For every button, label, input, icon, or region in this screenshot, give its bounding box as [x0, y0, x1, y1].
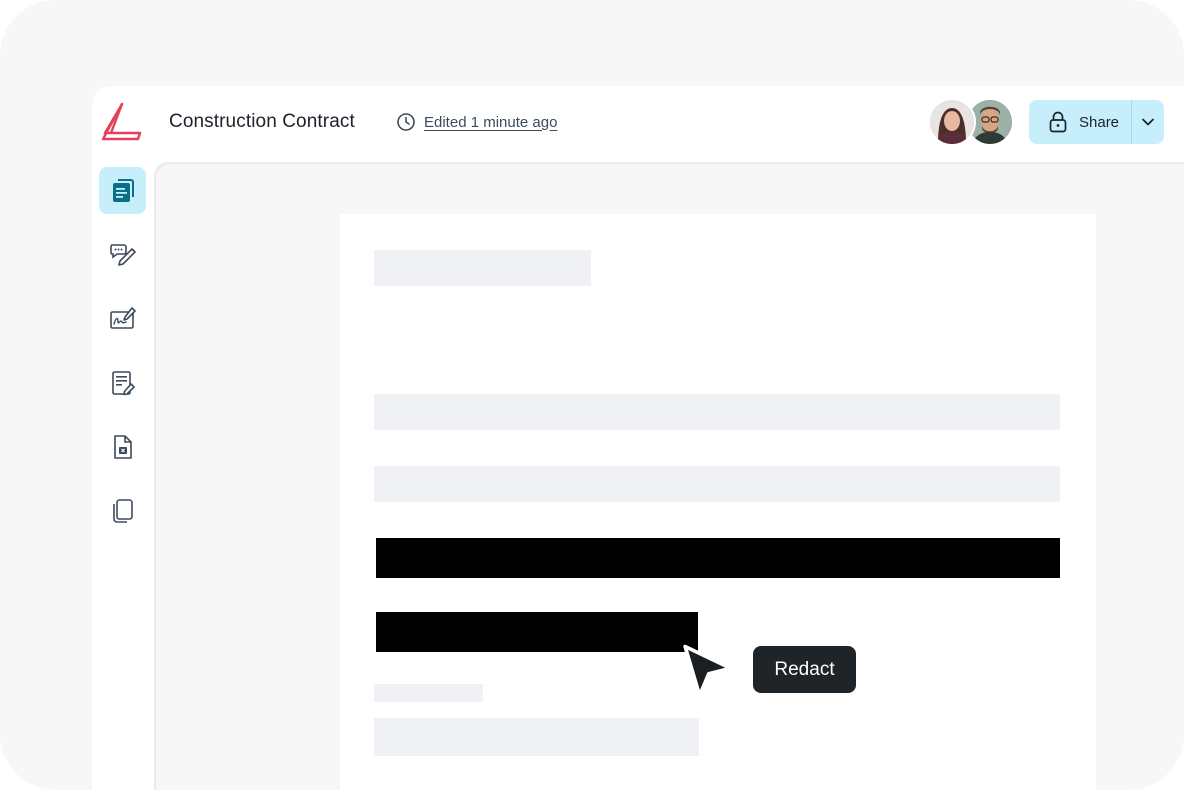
skeleton-text-line: [374, 718, 699, 756]
share-button[interactable]: Share: [1029, 100, 1164, 144]
skeleton-text-line: [374, 394, 1060, 430]
avatar-woman-icon: [930, 100, 974, 144]
left-sidebar: [92, 162, 154, 790]
file-x-icon: [113, 434, 132, 459]
app-window: Construction Contract Edited 1 minute ag…: [92, 86, 1184, 790]
screen-frame: Construction Contract Edited 1 minute ag…: [0, 0, 1184, 790]
top-bar: Construction Contract Edited 1 minute ag…: [92, 86, 1184, 162]
redact-tooltip: Redact: [753, 646, 856, 693]
skeleton-heading: [374, 250, 591, 286]
signature-icon: [109, 306, 136, 329]
sidebar-item-comment-edit[interactable]: [99, 231, 146, 278]
form-edit-icon: [111, 370, 135, 395]
lock-icon: [1049, 111, 1067, 133]
redacted-block[interactable]: [376, 538, 1060, 578]
collaborator-avatars[interactable]: [928, 98, 1014, 146]
sidebar-item-form-edit[interactable]: [99, 359, 146, 406]
clock-icon: [397, 113, 415, 131]
edited-timestamp[interactable]: Edited 1 minute ago: [424, 114, 557, 131]
share-label: Share: [1079, 113, 1120, 131]
comment-pencil-icon: [109, 243, 136, 266]
copy-pages-icon: [112, 498, 133, 523]
avatar[interactable]: [928, 98, 976, 146]
brand-logo-icon[interactable]: [102, 102, 142, 142]
documents-icon: [112, 178, 134, 202]
redacted-block[interactable]: [376, 612, 698, 652]
share-dropdown-toggle[interactable]: [1132, 100, 1164, 144]
chevron-down-icon: [1142, 118, 1154, 126]
share-main-button[interactable]: Share: [1029, 100, 1131, 144]
sidebar-item-copy[interactable]: [99, 487, 146, 534]
sidebar-item-signature[interactable]: [99, 295, 146, 342]
sidebar-item-documents[interactable]: [99, 167, 146, 214]
edit-history-link[interactable]: Edited 1 minute ago: [396, 112, 557, 132]
document-title: Construction Contract: [169, 111, 355, 132]
skeleton-text-line: [374, 466, 1060, 502]
skeleton-label: [374, 684, 483, 702]
sidebar-item-file-delete[interactable]: [99, 423, 146, 470]
pointer-cursor-icon: [683, 644, 733, 698]
document-canvas: [154, 162, 1184, 790]
